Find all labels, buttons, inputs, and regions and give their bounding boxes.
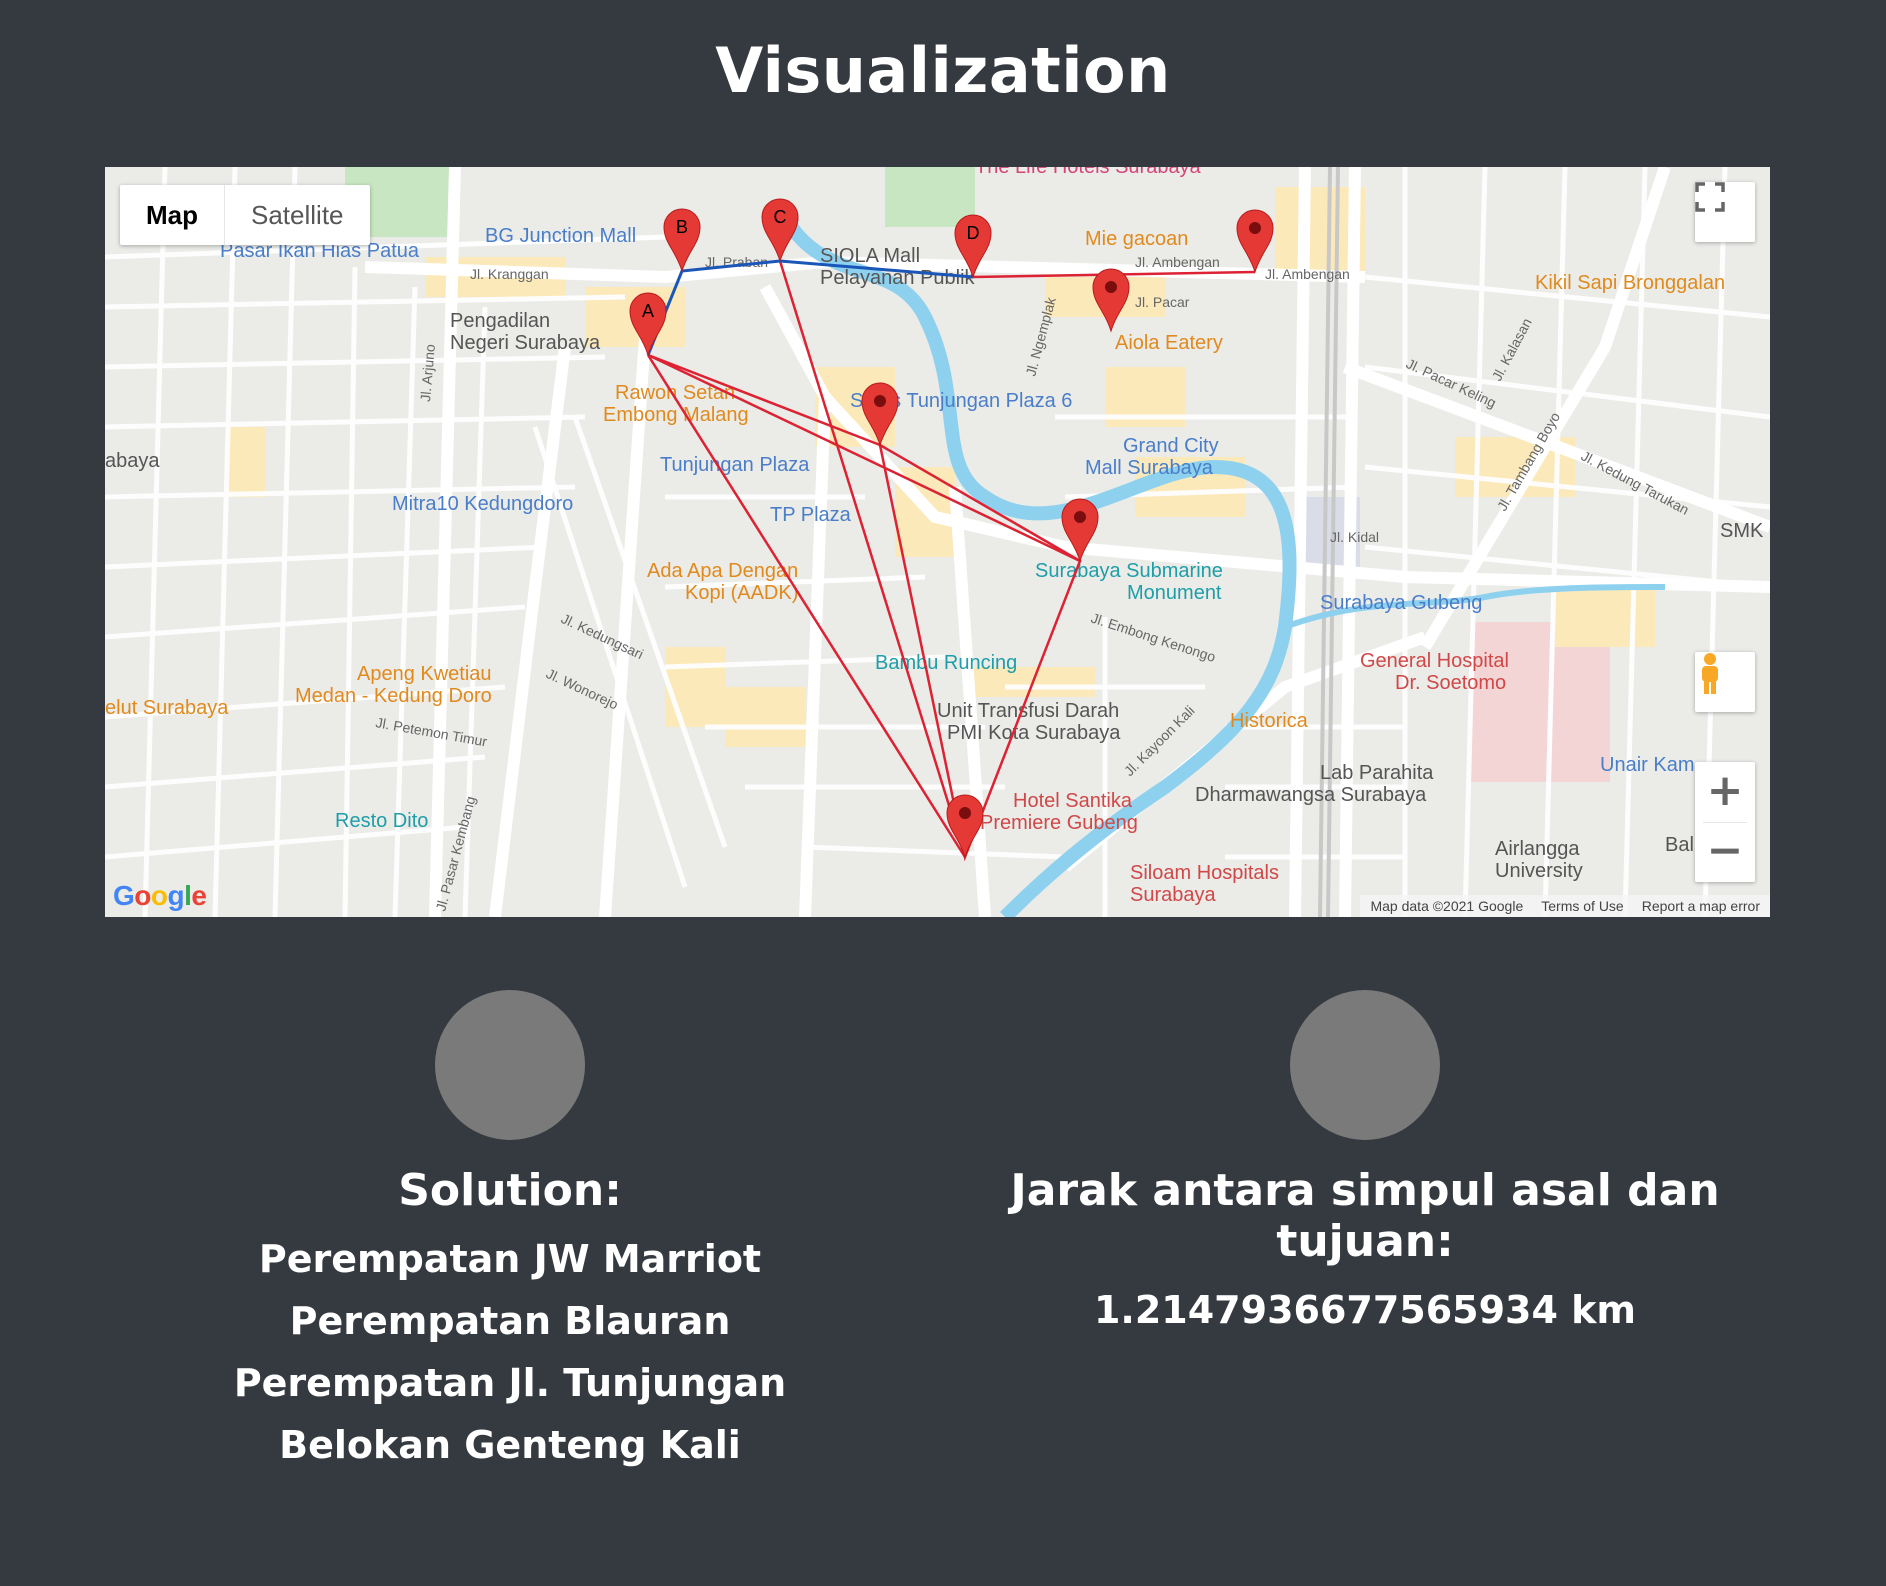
svg-text:Jl. Kranggan: Jl. Kranggan: [470, 266, 549, 282]
solution-path-item: Belokan Genteng Kali: [279, 1423, 741, 1467]
svg-text:Resto Dito: Resto Dito: [335, 810, 428, 832]
distance-avatar: [1290, 990, 1440, 1140]
distance-value: 1.2147936677565934 km: [1093, 1288, 1637, 1332]
svg-text:Mie gacoan: Mie gacoan: [1085, 228, 1188, 250]
distance-panel: Jarak antara simpul asal dan tujuan: 1.2…: [945, 1165, 1785, 1341]
map-view[interactable]: BG Junction Mall Pasar Ikan Hias Patua S…: [105, 167, 1770, 917]
svg-text:Kopi (AADK): Kopi (AADK): [685, 582, 798, 604]
svg-text:Dr. Soetomo: Dr. Soetomo: [1395, 672, 1506, 694]
svg-text:Mall Surabaya: Mall Surabaya: [1085, 457, 1214, 479]
svg-text:Jl. Ambengan: Jl. Ambengan: [1135, 254, 1220, 270]
svg-text:Jl. Pacar: Jl. Pacar: [1135, 294, 1190, 310]
svg-text:Ada Apa Dengan: Ada Apa Dengan: [647, 560, 798, 582]
marker-dot: [959, 807, 971, 819]
svg-text:Airlangga: Airlangga: [1495, 838, 1580, 860]
zoom-control: + −: [1695, 762, 1755, 882]
svg-text:Surabaya Submarine: Surabaya Submarine: [1035, 560, 1223, 582]
svg-text:Surabaya: Surabaya: [1130, 884, 1216, 906]
svg-text:Pengadilan: Pengadilan: [450, 310, 550, 332]
map-data-credit: Map data ©2021 Google: [1370, 898, 1524, 914]
svg-text:Bali: Bali: [1665, 834, 1698, 856]
page-title: Visualization: [715, 34, 1171, 107]
svg-text:Lab Parahita: Lab Parahita: [1320, 762, 1434, 784]
solution-path-item: Perempatan Blauran: [289, 1299, 731, 1343]
svg-text:Surabaya Gubeng: Surabaya Gubeng: [1320, 592, 1482, 614]
svg-text:Hotel Santika: Hotel Santika: [1013, 790, 1133, 812]
svg-text:Unit Transfusi Darah: Unit Transfusi Darah: [937, 700, 1119, 722]
svg-text:Medan - Kedung Doro: Medan - Kedung Doro: [295, 685, 492, 707]
map-type-control: Map Satellite: [120, 185, 370, 245]
svg-text:Unair Kam: Unair Kam: [1600, 754, 1694, 776]
marker-label: B: [676, 217, 688, 237]
svg-text:elut Surabaya: elut Surabaya: [105, 697, 229, 719]
solution-heading: Solution:: [398, 1165, 622, 1216]
map-canvas[interactable]: BG Junction Mall Pasar Ikan Hias Patua S…: [105, 167, 1770, 917]
svg-text:Kikil Sapi Bronggalan: Kikil Sapi Bronggalan: [1535, 272, 1725, 294]
svg-text:SMK: SMK: [1720, 520, 1764, 542]
svg-text:Dharmawangsa Surabaya: Dharmawangsa Surabaya: [1195, 784, 1427, 806]
svg-text:Bambu Runcing: Bambu Runcing: [875, 652, 1017, 674]
svg-text:Mitra10 Kedungdoro: Mitra10 Kedungdoro: [392, 493, 573, 515]
svg-text:Aiola Eatery: Aiola Eatery: [1115, 332, 1223, 354]
svg-text:Rawon Setan: Rawon Setan: [615, 382, 735, 404]
solution-path-item: Perempatan JW Marriot: [258, 1237, 762, 1281]
svg-text:PMI Kota Surabaya: PMI Kota Surabaya: [947, 722, 1121, 744]
svg-text:SIOLA Mall: SIOLA Mall: [820, 245, 920, 267]
svg-text:BG Junction Mall: BG Junction Mall: [485, 225, 636, 247]
map-attribution: Map data ©2021 Google Terms of Use Repor…: [1360, 895, 1770, 917]
solution-avatar: [435, 990, 585, 1140]
fullscreen-icon: [1695, 182, 1725, 212]
terms-of-use-link[interactable]: Terms of Use: [1541, 895, 1623, 917]
svg-text:Apeng Kwetiau: Apeng Kwetiau: [357, 663, 492, 685]
svg-text:Premiere Gubeng: Premiere Gubeng: [980, 812, 1138, 834]
pegman-icon: [1702, 653, 1718, 694]
marker-label: D: [967, 223, 980, 243]
svg-text:Tunjungan Plaza: Tunjungan Plaza: [660, 454, 810, 476]
svg-text:Historica: Historica: [1230, 710, 1309, 732]
google-logo: Google: [113, 880, 207, 911]
report-map-error-link[interactable]: Report a map error: [1642, 895, 1760, 917]
zoom-out-button[interactable]: −: [1695, 822, 1755, 882]
solution-path-item: Perempatan Jl. Tunjungan: [233, 1361, 787, 1405]
svg-text:Embong Malang: Embong Malang: [603, 404, 749, 426]
svg-text:Siloam Hospitals: Siloam Hospitals: [1130, 862, 1279, 884]
distance-heading: Jarak antara simpul asal dan tujuan:: [1010, 1165, 1720, 1267]
marker-dot: [1105, 281, 1117, 293]
svg-text:General Hospital: General Hospital: [1360, 650, 1509, 672]
svg-text:The Life Hotels Surabaya: The Life Hotels Surabaya: [975, 167, 1202, 178]
svg-text:abaya: abaya: [105, 450, 160, 472]
map-type-map-button[interactable]: Map: [120, 185, 225, 245]
svg-text:Monument: Monument: [1127, 582, 1222, 604]
svg-text:Jl. Ambengan: Jl. Ambengan: [1265, 266, 1350, 282]
svg-text:Grand City: Grand City: [1123, 435, 1219, 457]
map-type-satellite-button[interactable]: Satellite: [225, 185, 370, 245]
marker-dot: [1249, 222, 1261, 234]
svg-text:University: University: [1495, 860, 1583, 882]
zoom-in-button[interactable]: +: [1695, 762, 1755, 822]
fullscreen-button[interactable]: [1695, 182, 1755, 242]
marker-label: A: [642, 301, 654, 321]
solution-panel: Solution: Perempatan JW Marriot Perempat…: [160, 1165, 860, 1476]
svg-text:TP Plaza: TP Plaza: [770, 504, 852, 526]
street-view-pegman[interactable]: [1695, 652, 1755, 712]
marker-dot: [874, 395, 886, 407]
svg-text:Jl. Kidal: Jl. Kidal: [1330, 529, 1379, 545]
marker-dot: [1074, 511, 1086, 523]
svg-text:Negeri Surabaya: Negeri Surabaya: [450, 332, 601, 354]
marker-label: C: [774, 207, 787, 227]
